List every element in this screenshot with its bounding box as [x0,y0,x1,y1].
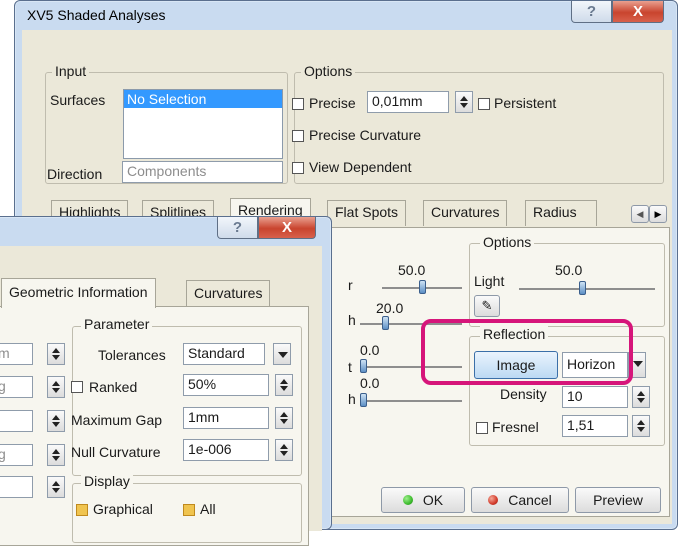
tolerances-dropdown-arrow[interactable] [273,343,291,365]
ranked-checkbox[interactable] [71,381,83,393]
graphical-label: Graphical [93,501,153,517]
tab-geometric-information[interactable]: Geometric Information [1,278,156,308]
tab-flat-spots[interactable]: Flat Spots [327,200,407,226]
precise-checkbox[interactable] [292,98,304,110]
left-spinner[interactable] [47,376,65,398]
surfaces-selected-item[interactable]: No Selection [124,90,282,108]
left-field[interactable] [0,410,33,432]
light-label: Light [474,273,505,289]
left-field[interactable] [0,476,33,498]
surfaces-listbox[interactable]: No Selection [123,89,283,159]
slider-label-tail: h [348,312,356,328]
max-gap-field[interactable]: 1mm [183,407,269,429]
density-spinner[interactable] [632,386,650,408]
display-legend: Display [81,473,133,489]
close-button[interactable]: X [612,1,664,23]
persistent-checkbox[interactable] [478,98,490,110]
tolerances-label: Tolerances [98,347,166,363]
slider-label-tail: h [348,391,356,407]
color-picker-button[interactable]: ✎ [474,295,500,317]
slider-thumb[interactable] [382,316,389,330]
highlight-box [421,319,633,385]
options-legend: Options [301,63,356,79]
tolerances-select[interactable]: Standard [183,343,265,365]
tab-scroll-left-button[interactable]: ◀ [631,205,649,223]
surfaces-label: Surfaces [50,92,106,108]
tab-scroll-right-button[interactable]: ▶ [649,205,667,223]
slider-value: 0.0 [360,342,380,358]
precise-curvature-checkbox[interactable] [292,130,304,142]
eyedropper-icon: ✎ [481,298,493,313]
second-title-bar: ? X [0,217,331,247]
input-legend: Input [52,63,90,79]
parameter-legend: Parameter [81,316,153,332]
slider-value: 50.0 [398,262,426,278]
density-field[interactable]: 10 [562,386,628,408]
fresnel-label: Fresnel [492,419,539,435]
help-button[interactable]: ? [571,1,612,23]
density-label: Density [500,386,547,402]
left-field[interactable]: g [0,444,33,466]
max-gap-spinner[interactable] [275,407,293,429]
fresnel-field[interactable]: 1,51 [562,415,628,437]
cancel-button[interactable]: Cancel [471,487,569,513]
slider-label-tail: t [348,359,352,375]
slider-thumb[interactable] [360,359,367,373]
slider-value: 20.0 [376,300,404,316]
precise-spinner[interactable] [455,91,473,113]
null-curvature-field[interactable]: 1e-006 [183,439,269,461]
cancel-status-dot [488,495,499,505]
graphical-checkbox[interactable] [76,504,88,516]
ok-label: OK [422,492,444,508]
second-client-area: Geometric Information Curvatures m g g P… [0,246,322,546]
left-spinner[interactable] [47,476,65,498]
all-label: All [200,501,216,517]
persistent-label: Persistent [494,95,557,111]
null-curvature-spinner[interactable] [275,439,293,461]
tab-curvatures[interactable]: Curvatures [423,200,508,226]
direction-field[interactable]: Components [122,161,283,183]
slider-track[interactable] [360,400,462,402]
window-title: XV5 Shaded Analyses [27,7,166,23]
max-gap-label: Maximum Gap [71,412,163,428]
ok-button[interactable]: OK [381,487,465,513]
left-field[interactable]: m [0,343,33,365]
left-spinner[interactable] [47,343,65,365]
second-window: ? X Geometric Information Curvatures m g… [0,216,332,546]
tab-curvatures-second[interactable]: Curvatures [186,280,271,306]
rendering-options-legend: Options [480,234,535,250]
light-slider-thumb[interactable] [579,281,586,295]
left-spinner[interactable] [47,410,65,432]
view-dependent-label: View Dependent [309,159,412,175]
fresnel-spinner[interactable] [632,415,650,437]
null-curvature-label: Null Curvature [71,444,161,460]
direction-label: Direction [47,166,103,182]
tab-radius[interactable]: Radius [525,200,597,226]
second-help-button[interactable]: ? [217,217,258,239]
precise-curvature-label: Precise Curvature [309,127,422,143]
light-slider-track[interactable] [519,288,655,290]
second-close-button[interactable]: X [258,217,316,239]
cancel-label: Cancel [508,492,552,508]
ranked-label: Ranked [89,379,138,395]
slider-label-tail: r [348,277,353,293]
left-field[interactable]: g [0,376,33,398]
view-dependent-checkbox[interactable] [292,162,304,174]
precise-value-field[interactable]: 0,01mm [367,91,449,113]
ok-status-dot [402,495,413,505]
slider-value: 0.0 [360,375,380,391]
all-checkbox[interactable] [183,504,195,516]
title-bar: XV5 Shaded Analyses ? X [15,1,677,31]
ranked-spinner[interactable] [275,374,293,396]
preview-button[interactable]: Preview [575,487,661,513]
fresnel-checkbox[interactable] [476,422,488,434]
slider-thumb[interactable] [360,393,367,407]
precise-label: Precise [309,95,356,111]
slider-thumb[interactable] [419,280,426,294]
light-value: 50.0 [555,262,583,278]
ranked-field[interactable]: 50% [183,374,269,396]
left-spinner[interactable] [47,444,65,466]
